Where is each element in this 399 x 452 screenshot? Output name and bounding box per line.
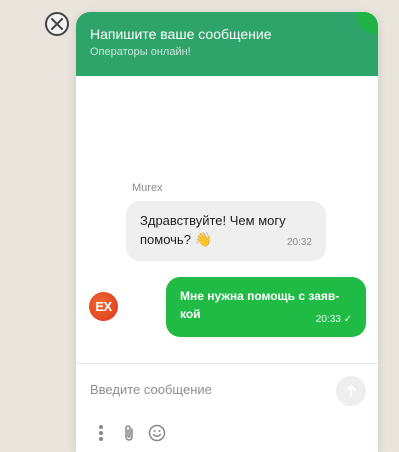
close-button[interactable]	[45, 12, 69, 36]
operator-avatar: EX	[89, 292, 118, 321]
composer-tools	[92, 424, 166, 442]
arrow-up-icon	[346, 385, 356, 397]
more-vertical-icon	[99, 425, 103, 441]
header-subtitle: Операторы онлайн!	[90, 46, 191, 58]
header-title: Напишите ваше сообщение	[90, 26, 272, 42]
message-area: Murex EX Здравствуйте! Чем могу помочь? …	[76, 76, 378, 376]
avatar-text: EX	[95, 299, 112, 314]
page: Напишите ваше сообщение Операторы онлайн…	[0, 0, 399, 452]
delivered-check-icon: ✓	[343, 314, 352, 325]
user-message-meta: 20:33 ✓	[316, 311, 352, 329]
close-icon	[51, 18, 63, 30]
attach-file-button[interactable]	[120, 424, 138, 442]
waving-hand-emoji: 👋	[194, 231, 212, 247]
operator-name: Murex	[132, 182, 163, 194]
chat-widget: Напишите ваше сообщение Операторы онлайн…	[76, 12, 378, 452]
user-message-time: 20:33	[315, 314, 341, 325]
send-button[interactable]	[336, 376, 366, 406]
composer	[76, 363, 378, 452]
paperclip-icon	[125, 425, 133, 441]
operator-message-text: Здравствуйте! Чем могу помочь?	[140, 213, 286, 247]
more-options-button[interactable]	[92, 424, 110, 442]
message-input[interactable]	[90, 378, 330, 400]
emoji-button[interactable]	[148, 424, 166, 442]
chat-header: Напишите ваше сообщение Операторы онлайн…	[76, 12, 378, 76]
smile-icon	[148, 424, 166, 442]
user-message: Мне нужна помощь с заяв­кой 20:33 ✓	[166, 277, 366, 337]
operator-message: Здравствуйте! Чем могу помочь? 👋 20:32	[126, 201, 326, 261]
operator-message-time: 20:32	[286, 237, 312, 248]
